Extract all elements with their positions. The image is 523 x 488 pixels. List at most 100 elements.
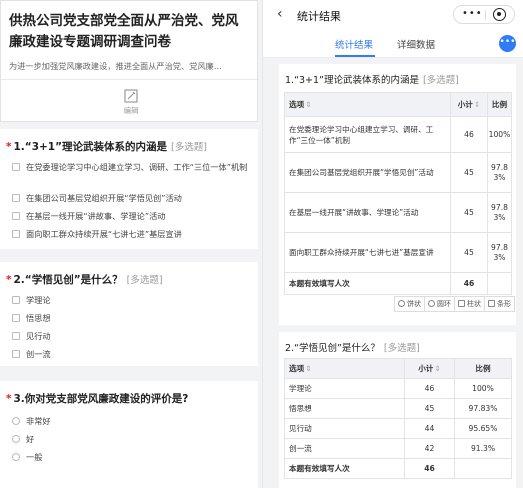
q2-option-4[interactable]: 创一流 bbox=[12, 348, 252, 360]
table-row: 悟思想 45 97.83% bbox=[284, 398, 512, 419]
question-3-title: * 3.你对党支部党风廉政建设的评价是? bbox=[6, 391, 188, 406]
chevron-left-icon[interactable]: ‹ bbox=[277, 6, 283, 22]
pie-chart-icon bbox=[398, 300, 405, 307]
row-ratio: 91.3% bbox=[454, 438, 512, 459]
checkbox[interactable] bbox=[12, 163, 20, 171]
result-card-2-tag: [多选题] bbox=[383, 343, 420, 354]
result-card-2-question: 2.“学悟见创”是什么？ bbox=[285, 343, 380, 354]
q2-option-4-label: 创一流 bbox=[26, 349, 51, 359]
checkbox[interactable] bbox=[12, 350, 20, 358]
result-card-1-question: 1.“3+1”理论武装体系的内涵是 bbox=[285, 75, 419, 86]
table-row: 在党委理论学习中心组建立学习、调研、工作“三位一体”机制 46 100% bbox=[284, 116, 512, 153]
total-count: 46 bbox=[404, 458, 455, 479]
row-count: 46 bbox=[450, 116, 488, 153]
edit-label: 编辑 bbox=[123, 106, 139, 115]
q1-option-2[interactable]: 在集团公司基层党组织开展“学悟见创”活动 bbox=[12, 192, 252, 204]
q3-option-2-label: 好 bbox=[26, 434, 35, 444]
row-count: 45 bbox=[450, 232, 488, 273]
column-header-count[interactable]: 小计⇕ bbox=[404, 358, 455, 379]
table-row: 面向职工群众持续开展“七讲七进”基层宣讲 45 97.83% bbox=[284, 232, 512, 273]
results-panel: ‹ 统计结果 ••• 统计结果 详细数据 ••• 1.“3+1”理论武装体系的内… bbox=[262, 0, 523, 488]
bar-chart-button[interactable]: 条形 bbox=[484, 296, 515, 312]
row-ratio: 95.65% bbox=[454, 418, 512, 439]
question-1-text: “3+1”理论武装体系的内涵是 bbox=[24, 141, 168, 153]
total-count: 46 bbox=[450, 272, 488, 295]
q2-option-1[interactable]: 学理论 bbox=[12, 294, 252, 306]
question-3-number: 3. bbox=[13, 393, 25, 405]
q2-option-1-label: 学理论 bbox=[26, 295, 51, 305]
question-1-title: * 1.“3+1”理论武装体系的内涵是 [多选题] bbox=[6, 139, 207, 154]
row-ratio: 97.83% bbox=[487, 152, 512, 193]
q1-option-4-label: 面向职工群众持续开展“七讲七进”基层宣讲 bbox=[26, 229, 182, 239]
column-header-option[interactable]: 选项⇕ bbox=[284, 358, 405, 379]
radio-button[interactable] bbox=[12, 417, 20, 425]
result-card-2-title: 2.“学悟见创”是什么？ [多选题] bbox=[285, 340, 420, 354]
pie-chart-button[interactable]: 饼状 bbox=[394, 296, 425, 312]
row-ratio: 97.83% bbox=[487, 192, 512, 233]
donut-chart-button[interactable]: 圆环 bbox=[424, 296, 455, 312]
question-3-text: 你对党支部党风廉政建设的评价是? bbox=[24, 393, 189, 405]
radio-button[interactable] bbox=[12, 435, 20, 443]
q1-option-4[interactable]: 面向职工群众持续开展“七讲七进”基层宣讲 bbox=[12, 228, 252, 240]
more-options-button[interactable]: ••• bbox=[499, 35, 516, 52]
checkbox[interactable] bbox=[12, 296, 20, 304]
table-header-row: 选项⇕ 小计⇕ 比例 bbox=[284, 92, 512, 117]
row-option: 面向职工群众持续开展“七讲七进”基层宣讲 bbox=[284, 232, 451, 273]
question-2-number: 2. bbox=[13, 274, 25, 286]
q3-option-3[interactable]: 一般 bbox=[12, 451, 252, 463]
q3-option-2[interactable]: 好 bbox=[12, 433, 252, 445]
checkbox[interactable] bbox=[12, 230, 20, 238]
row-ratio: 97.83% bbox=[487, 232, 512, 273]
miniprogram-capsule: ••• bbox=[453, 5, 515, 24]
column-header-ratio: 比例 bbox=[454, 358, 512, 379]
table-row: 创一流 42 91.3% bbox=[284, 438, 512, 459]
row-option: 在基层一线开展“讲故事、学理论”活动 bbox=[284, 192, 451, 233]
tab-detail-data[interactable]: 详细数据 bbox=[397, 37, 435, 51]
total-label: 本题有效填写人次 bbox=[284, 458, 405, 479]
table-header-row: 选项⇕ 小计⇕ 比例 bbox=[284, 358, 512, 379]
capsule-divider bbox=[485, 10, 486, 20]
bar-chart-icon bbox=[488, 300, 495, 307]
table-row: 在集团公司基层党组织开展“学悟见创”活动 45 97.83% bbox=[284, 152, 512, 193]
close-target-icon[interactable] bbox=[493, 8, 506, 21]
row-option: 在集团公司基层党组织开展“学悟见创”活动 bbox=[284, 152, 451, 193]
radio-button[interactable] bbox=[12, 453, 20, 461]
column-chart-button[interactable]: 柱状 bbox=[454, 296, 485, 312]
column-header-count[interactable]: 小计⇕ bbox=[450, 92, 488, 117]
checkbox[interactable] bbox=[12, 332, 20, 340]
survey-header: 供热公司党支部党全面从严治党、党风廉政建设专题调研调查问卷 为进一步加强党风廉政… bbox=[0, 0, 259, 122]
result-card-2: 2.“学悟见创”是什么？ [多选题] 选项⇕ 小计⇕ 比例 学理论 46 100%… bbox=[279, 332, 516, 488]
q2-option-2[interactable]: 悟思想 bbox=[12, 312, 252, 324]
row-option: 创一流 bbox=[284, 438, 405, 459]
table-total-row: 本题有效填写人次 46 bbox=[284, 458, 512, 479]
checkbox[interactable] bbox=[12, 194, 20, 202]
question-1: * 1.“3+1”理论武装体系的内涵是 [多选题] 在党委理论学习中心组建立学习、调… bbox=[0, 129, 258, 249]
row-count: 42 bbox=[404, 438, 455, 459]
result-table-2: 选项⇕ 小计⇕ 比例 学理论 46 100% 悟思想 45 97.83% 见行动… bbox=[284, 358, 512, 479]
q2-option-3[interactable]: 见行动 bbox=[12, 330, 252, 342]
question-2-title: * 2.“学悟见创”是什么？ [多选题] bbox=[6, 272, 163, 287]
q3-option-1-label: 非常好 bbox=[26, 416, 51, 426]
row-ratio: 100% bbox=[487, 116, 512, 153]
q1-option-1[interactable]: 在党委理论学习中心组建立学习、调研、工作“三位一体”机制 bbox=[12, 161, 252, 173]
chart-type-toolbar: 饼状 圆环 柱状 条形 bbox=[394, 296, 515, 312]
result-table-1: 选项⇕ 小计⇕ 比例 在党委理论学习中心组建立学习、调研、工作“三位一体”机制 … bbox=[284, 92, 512, 295]
row-count: 45 bbox=[450, 192, 488, 233]
row-count: 46 bbox=[404, 378, 455, 399]
q1-option-3[interactable]: 在基层一线开展“讲故事、学理论”活动 bbox=[12, 210, 252, 222]
q3-option-1[interactable]: 非常好 bbox=[12, 415, 252, 427]
survey-description: 为进一步加强党风廉政建设，推进全面从严治党、党风廉… bbox=[9, 61, 222, 71]
more-icon[interactable]: ••• bbox=[462, 8, 483, 19]
q2-option-2-label: 悟思想 bbox=[26, 313, 51, 323]
edit-button[interactable]: 编辑 bbox=[113, 89, 149, 117]
tab-statistics[interactable]: 统计结果 bbox=[335, 37, 373, 51]
table-total-row: 本题有效填写人次 46 bbox=[284, 272, 512, 295]
checkbox[interactable] bbox=[12, 212, 20, 220]
column-header-option[interactable]: 选项⇕ bbox=[284, 92, 451, 117]
column-header-ratio: 比例 bbox=[487, 92, 512, 117]
row-count: 45 bbox=[450, 152, 488, 193]
checkbox[interactable] bbox=[12, 314, 20, 322]
required-mark: * bbox=[6, 274, 12, 286]
q2-option-3-label: 见行动 bbox=[26, 331, 51, 341]
result-card-1-title: 1.“3+1”理论武装体系的内涵是 [多选题] bbox=[285, 72, 459, 86]
